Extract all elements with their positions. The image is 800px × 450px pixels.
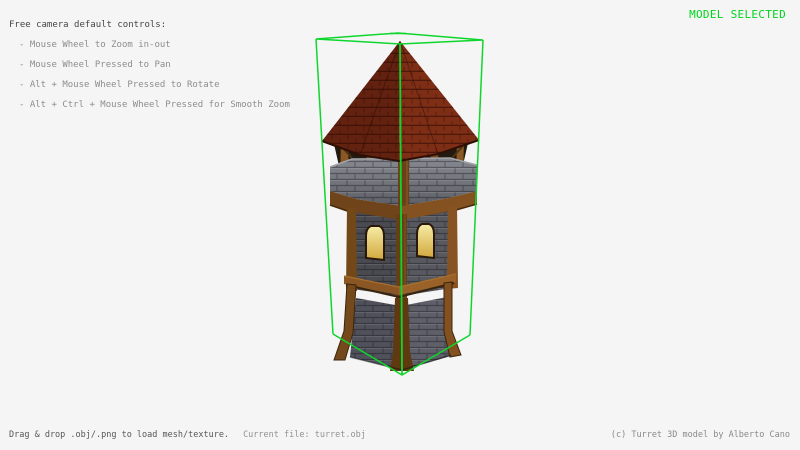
footer-hint: Drag & drop .obj/.png to load mesh/textu… [9, 430, 366, 440]
status-badge: MODEL SELECTED [689, 8, 786, 21]
help-item-pan: - Mouse Wheel Pressed to Pan [19, 60, 171, 70]
drop-hint-label: Drag & drop .obj/.png to load mesh/textu… [9, 430, 229, 440]
help-title: Free camera default controls: [9, 20, 166, 30]
help-item-smooth-zoom: - Alt + Ctrl + Mouse Wheel Pressed for S… [19, 100, 290, 110]
credit-label: (c) Turret 3D model by Alberto Cano [611, 430, 790, 440]
help-item-rotate: - Alt + Mouse Wheel Pressed to Rotate [19, 80, 219, 90]
help-item-zoom: - Mouse Wheel to Zoom in-out [19, 40, 171, 50]
turret-window-left [366, 226, 384, 260]
current-file-label: Current file: turret.obj [243, 430, 366, 440]
turret-window-right [417, 224, 434, 258]
viewport-3d[interactable]: Free camera default controls: - Mouse Wh… [0, 0, 800, 450]
